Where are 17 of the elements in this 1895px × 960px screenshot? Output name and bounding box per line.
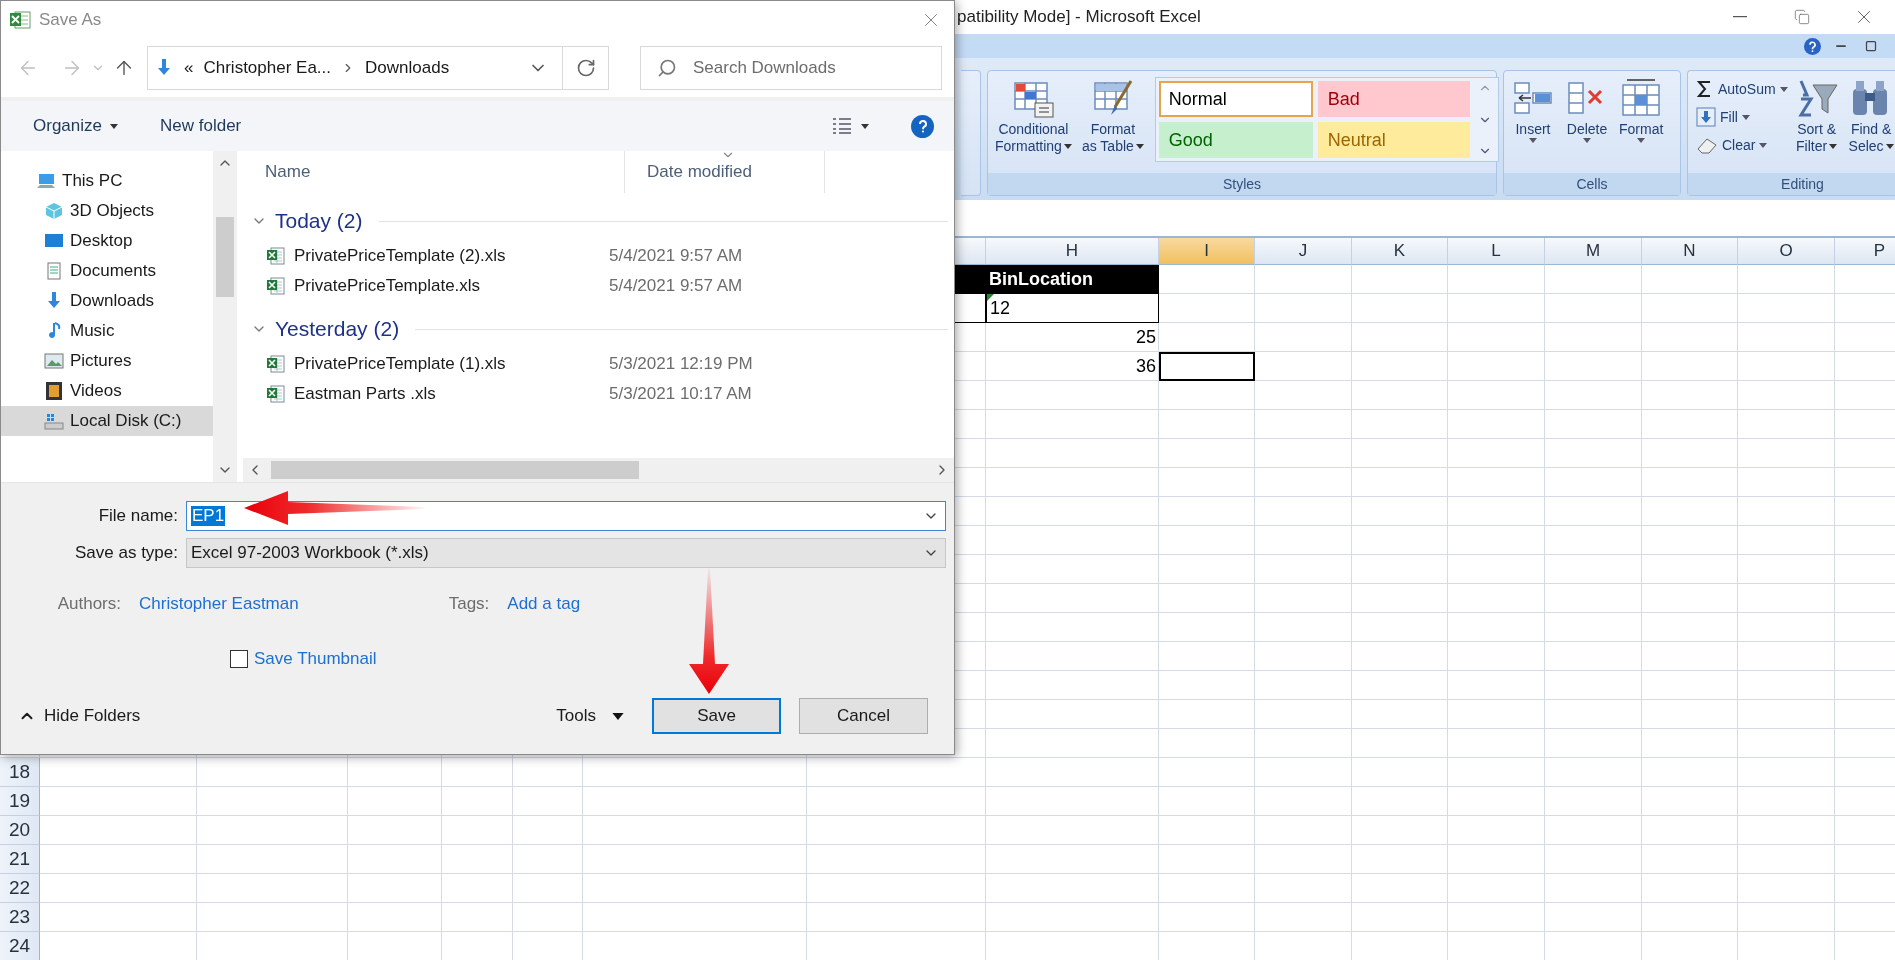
- window-title: patibility Mode] - Microsoft Excel: [957, 7, 1201, 27]
- table-cell-text: 25: [1134, 326, 1157, 349]
- group-label: Editing: [1688, 173, 1895, 195]
- group-label: Cells: [1504, 173, 1680, 195]
- table-cell: BinLocation: [986, 265, 1159, 294]
- group-label: Styles: [988, 173, 1496, 195]
- field-label: File name:: [97, 506, 179, 526]
- field-label: Tags:: [448, 594, 490, 614]
- field-label: Authors:: [56, 594, 121, 614]
- file-date: 5/4/2021 9:57 AM: [609, 276, 743, 296]
- file-date: 5/3/2021 10:17 AM: [609, 384, 752, 404]
- file-date: 5/4/2021 9:57 AM: [609, 246, 743, 266]
- table-cell: 12: [986, 294, 1159, 323]
- dialog-title: Save As: [39, 10, 102, 30]
- table-cell-text: 36: [1134, 355, 1157, 378]
- field-label: Save as type:: [74, 543, 179, 563]
- file-date: 5/3/2021 12:19 PM: [609, 354, 753, 374]
